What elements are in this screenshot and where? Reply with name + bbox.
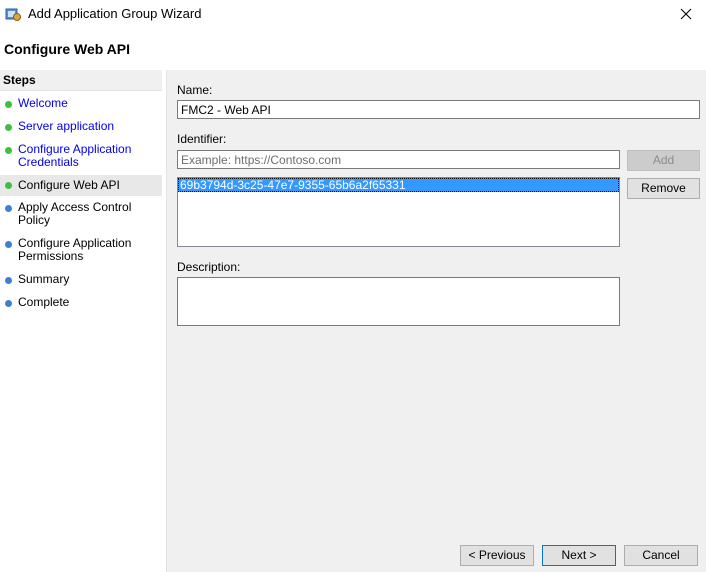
step-configure-application-permissions: Configure Application Permissions [0, 234, 142, 266]
step-status-dot [5, 277, 12, 284]
step-label: Configure Application Credentials [18, 142, 132, 169]
step-configure-application-credentials[interactable]: Configure Application Credentials [0, 140, 142, 172]
step-status-dot [5, 124, 12, 131]
wizard-window: Add Application Group Wizard Configure W… [0, 0, 706, 572]
content-pane: Name: FMC2 - Web API Identifier: Example… [166, 70, 706, 572]
step-status-dot [5, 147, 12, 154]
app-group-icon [5, 6, 21, 22]
name-label: Name: [177, 83, 213, 97]
remove-button[interactable]: Remove [627, 178, 700, 199]
step-status-dot [5, 241, 12, 248]
list-item[interactable]: 69b3794d-3c25-47e7-9355-65b6a2f65331 [178, 178, 619, 192]
step-label: Complete [18, 295, 70, 309]
description-label: Description: [177, 260, 241, 274]
step-complete: Complete [0, 293, 162, 312]
steps-pane: Steps Welcome Server application Configu… [0, 70, 162, 572]
step-label: Summary [18, 272, 70, 286]
step-label: Server application [18, 119, 115, 133]
window-title: Add Application Group Wizard [28, 6, 202, 21]
step-summary: Summary [0, 270, 162, 289]
step-label: Apply Access Control Policy [18, 200, 132, 227]
step-configure-web-api: Configure Web API [0, 175, 162, 196]
identifier-input[interactable]: Example: https://Contoso.com [177, 150, 620, 169]
next-button[interactable]: Next > [542, 545, 616, 566]
step-label: Configure Web API [18, 178, 120, 192]
identifier-label: Identifier: [177, 132, 227, 146]
step-welcome[interactable]: Welcome [0, 94, 162, 113]
identifiers-list[interactable]: 69b3794d-3c25-47e7-9355-65b6a2f65331 [177, 177, 620, 247]
previous-button[interactable]: < Previous [460, 545, 534, 566]
step-status-dot [5, 205, 12, 212]
step-apply-access-control-policy: Apply Access Control Policy [0, 198, 162, 230]
close-icon [680, 8, 692, 20]
step-status-dot [5, 101, 12, 108]
add-button[interactable]: Add [627, 150, 700, 171]
page-title: Configure Web API [4, 41, 130, 57]
description-input[interactable] [177, 277, 620, 326]
steps-header: Steps [0, 70, 162, 91]
step-label: Welcome [18, 96, 68, 110]
name-input[interactable]: FMC2 - Web API [177, 100, 700, 119]
step-server-application[interactable]: Server application [0, 117, 162, 136]
title-bar: Add Application Group Wizard [0, 0, 706, 28]
step-status-dot [5, 300, 12, 307]
step-status-dot [5, 182, 12, 189]
close-button[interactable] [666, 0, 706, 28]
step-label: Configure Application Permissions [18, 236, 132, 263]
cancel-button[interactable]: Cancel [624, 545, 698, 566]
